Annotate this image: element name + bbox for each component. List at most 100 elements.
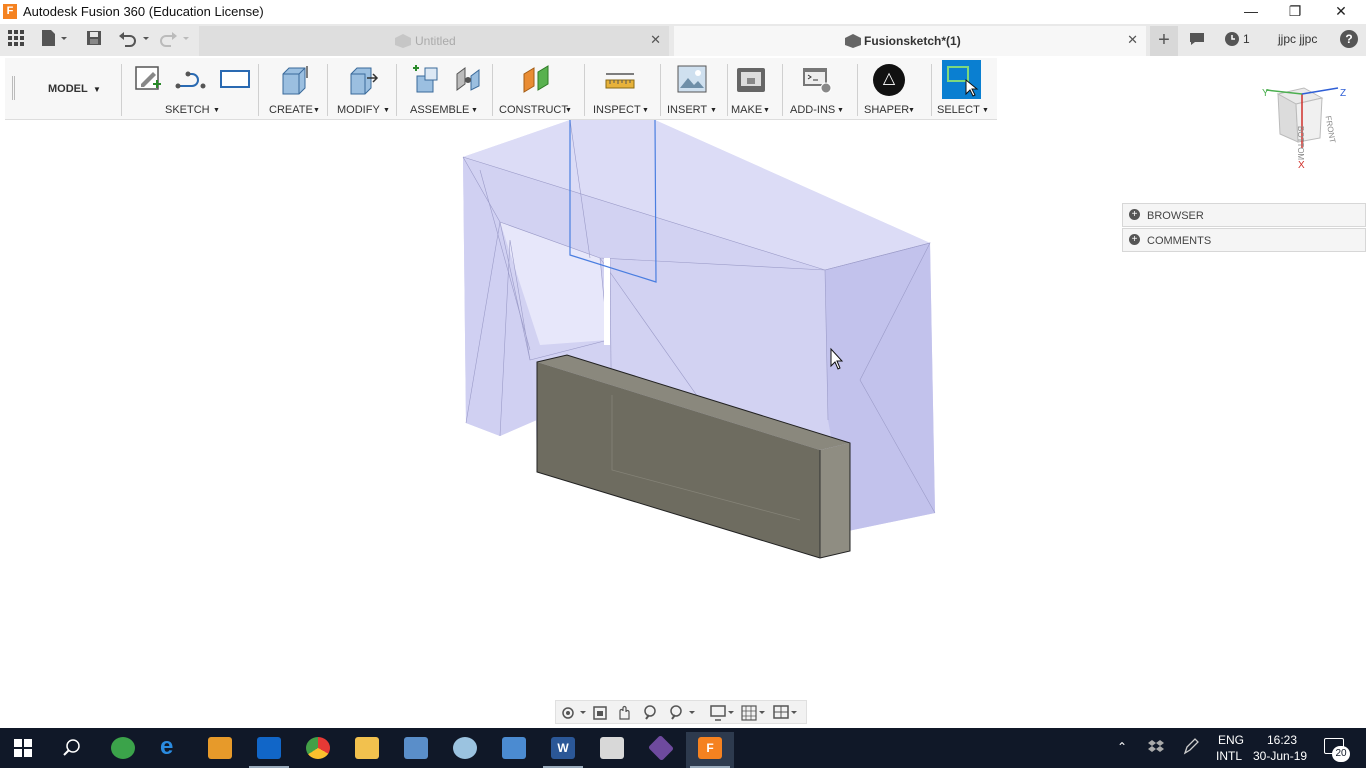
assemble-group[interactable]: ASSEMBLE ▼ (401, 58, 491, 120)
comments-toggle-icon[interactable] (1189, 32, 1205, 50)
dropbox-icon[interactable] (1148, 740, 1164, 757)
select-group[interactable]: SELECT ▼ (935, 58, 995, 120)
view-cube[interactable]: BOTTOM FRONT X Y Z (1258, 82, 1354, 178)
title-bar: F Autodesk Fusion 360 (Education License… (0, 0, 1366, 24)
scripts-icon[interactable] (801, 64, 832, 94)
divider (660, 64, 661, 116)
tab-label: Untitled (415, 34, 456, 48)
axis-x-label: X (1298, 160, 1305, 171)
redo-icon[interactable] (160, 29, 194, 51)
chrome-icon (306, 737, 330, 759)
viewports-icon[interactable] (773, 705, 797, 719)
joint-icon[interactable] (453, 64, 483, 94)
toolbar-grip[interactable] (12, 76, 15, 100)
orbit-icon[interactable] (562, 707, 586, 719)
taskbar-edge[interactable]: e (148, 732, 196, 768)
zoom-icon[interactable] (644, 705, 656, 720)
expand-plus-icon[interactable]: + (1129, 209, 1140, 220)
addins-group[interactable]: ADD-INS ▼ (787, 58, 851, 120)
extrude-icon[interactable] (279, 64, 309, 95)
insert-group[interactable]: INSERT ▼ (664, 58, 726, 120)
navigation-bar (555, 700, 807, 724)
display-settings-icon[interactable] (710, 705, 734, 721)
rectangle-icon[interactable] (219, 64, 250, 94)
insert-image-icon[interactable] (676, 64, 707, 94)
grid-settings-icon[interactable] (741, 705, 765, 721)
undo-icon[interactable] (118, 29, 152, 51)
document-icon (845, 34, 861, 51)
tab-untitled[interactable]: Untitled ✕ (199, 26, 669, 56)
modify-group[interactable]: MODIFY ▼ (331, 58, 395, 120)
tab-close-icon[interactable]: ✕ (650, 32, 661, 48)
3d-print-icon[interactable] (735, 64, 765, 94)
save-icon[interactable] (86, 30, 102, 50)
tab-bar: Untitled ✕ Fusionsketch*(1) ✕ + 1 jjpc j… (0, 24, 1366, 56)
clock-date[interactable]: 30-Jun-19 (1253, 749, 1307, 763)
look-at-icon[interactable] (593, 706, 607, 720)
line-icon[interactable] (175, 64, 206, 94)
search-icon[interactable] (62, 738, 82, 761)
taskbar-app-bird[interactable] (196, 732, 244, 768)
sketch-group[interactable]: SKETCH ▼ (125, 58, 257, 120)
expand-plus-icon[interactable]: + (1129, 234, 1140, 245)
app-grid-icon[interactable] (8, 30, 24, 50)
job-count: 1 (1243, 32, 1250, 46)
notification-badge: 20 (1332, 746, 1350, 762)
taskbar-remote-desktop[interactable] (392, 732, 440, 768)
sketch-label: SKETCH (165, 104, 210, 116)
job-status-icon[interactable] (1224, 31, 1240, 51)
taskbar-git[interactable] (637, 732, 685, 768)
divider (857, 64, 858, 116)
show-hidden-icons-icon[interactable]: ⌃ (1117, 740, 1127, 754)
workspace-selector[interactable]: MODEL (48, 83, 88, 95)
globe-icon (111, 737, 135, 759)
addins-label: ADD-INS (790, 104, 836, 116)
tab-label: Fusionsketch*(1) (864, 34, 961, 48)
minimize-button[interactable]: — (1228, 0, 1274, 24)
language-code[interactable]: ENG (1218, 733, 1244, 747)
taskbar-chrome[interactable] (294, 732, 342, 768)
tab-fusionsketch[interactable]: Fusionsketch*(1) ✕ (674, 26, 1146, 56)
close-button[interactable]: ✕ (1318, 0, 1364, 24)
inspect-group[interactable]: INSPECT ▼ (588, 58, 658, 120)
new-component-icon[interactable] (409, 64, 439, 94)
taskbar-fusion360[interactable]: F (686, 732, 734, 768)
tab-close-icon[interactable]: ✕ (1127, 32, 1138, 48)
comments-label: COMMENTS (1147, 235, 1212, 247)
browser-label: BROWSER (1147, 210, 1204, 222)
taskbar-outlook[interactable] (245, 732, 293, 768)
viewcube-front-face[interactable]: FRONT (1324, 115, 1338, 144)
taskbar-word[interactable]: W (539, 732, 587, 768)
assemble-label: ASSEMBLE (410, 104, 470, 116)
browser-panel[interactable]: + BROWSER (1122, 203, 1366, 227)
taskbar-network-app[interactable] (441, 732, 489, 768)
new-tab-button[interactable]: + (1150, 26, 1178, 56)
create-sketch-icon[interactable] (133, 64, 163, 94)
clock-time[interactable]: 16:23 (1267, 733, 1297, 747)
shaper-group[interactable]: SHAPER ▼ (860, 58, 930, 120)
comments-panel[interactable]: + COMMENTS (1122, 228, 1366, 252)
measure-icon[interactable] (604, 64, 635, 94)
pan-icon[interactable] (619, 705, 630, 720)
fusion-logo-icon: F (3, 4, 17, 19)
press-pull-icon[interactable] (347, 64, 379, 95)
taskbar-snipping[interactable] (588, 732, 636, 768)
divider (782, 64, 783, 116)
fit-icon[interactable] (670, 705, 695, 720)
offset-plane-icon[interactable] (521, 64, 551, 94)
pen-icon[interactable] (1182, 738, 1200, 759)
divider (584, 64, 585, 116)
windows-start-icon[interactable] (14, 739, 32, 760)
viewcube-bottom-face[interactable]: BOTTOM (1296, 126, 1305, 160)
taskbar-file-explorer[interactable] (343, 732, 391, 768)
file-menu-icon[interactable] (40, 29, 70, 51)
user-account[interactable]: jjpc jjpc (1278, 32, 1317, 46)
taskbar-globe-app[interactable] (99, 732, 147, 768)
taskbar-photos[interactable] (490, 732, 538, 768)
help-icon[interactable]: ? (1340, 30, 1358, 48)
make-group[interactable]: MAKE ▼ (731, 58, 781, 120)
keyboard-layout[interactable]: INTL (1216, 749, 1242, 763)
restore-button[interactable]: ❐ (1272, 0, 1318, 24)
create-group[interactable]: CREATE ▼ (263, 58, 327, 120)
construct-group[interactable]: CONSTRUCT ▼ (495, 58, 577, 120)
